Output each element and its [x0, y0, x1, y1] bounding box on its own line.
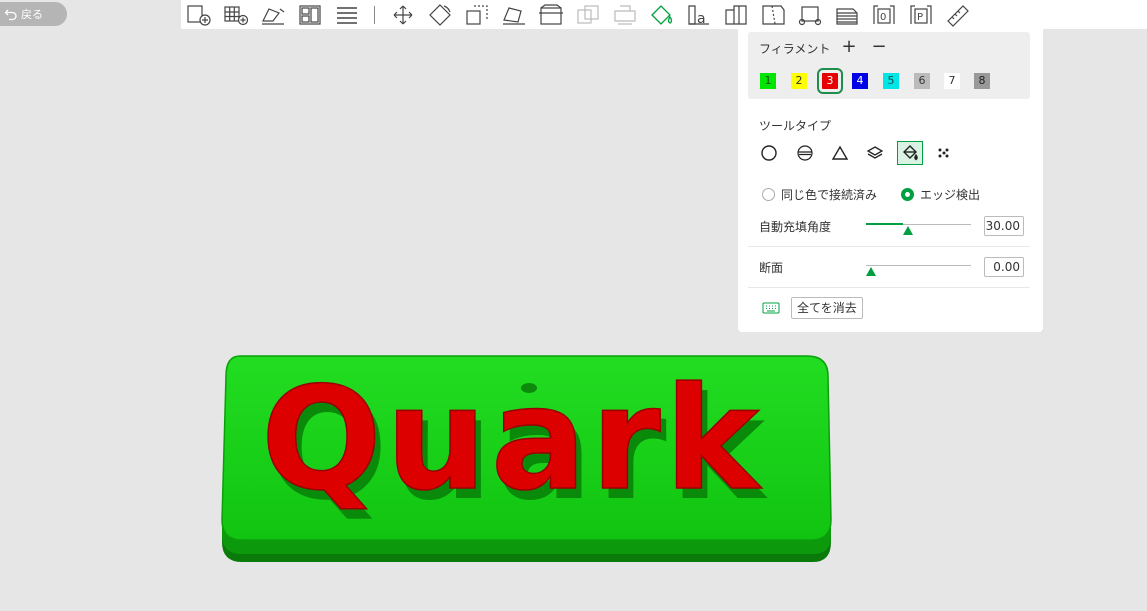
ruler-icon[interactable]: [944, 3, 972, 27]
auto-orient-icon[interactable]: [259, 3, 287, 27]
assembly-icon[interactable]: 0: [870, 3, 898, 27]
keychain-3d-model[interactable]: Quark Quark: [215, 350, 840, 570]
radio-same-color-label: 同じ色で接続済み: [781, 188, 878, 202]
fuzzy-skin-icon[interactable]: [722, 3, 750, 27]
toolbar-separator: [374, 5, 375, 24]
section-label: 断面: [759, 261, 784, 275]
color-paint-panel: フィラメント + − 1 2 3 4 5 6 7 8 ツールタイプ 同じ色で接続…: [738, 29, 1043, 332]
part-icon[interactable]: P: [907, 3, 935, 27]
filament-swatch-5[interactable]: 5: [883, 73, 899, 89]
rotate-icon[interactable]: [426, 3, 454, 27]
auto-fill-angle-input[interactable]: 30.00: [984, 216, 1024, 236]
undo-arrow-icon: [4, 9, 17, 21]
add-grid-icon[interactable]: [222, 3, 250, 27]
color-paint-icon[interactable]: [648, 3, 676, 27]
filament-swatch-3[interactable]: 3: [817, 68, 843, 94]
slider-thumb[interactable]: [866, 267, 876, 276]
filament-swatch-4[interactable]: 4: [852, 73, 868, 89]
triangle-icon: [831, 145, 849, 160]
remove-filament-button[interactable]: −: [870, 36, 888, 57]
radio-same-color-indicator[interactable]: [762, 188, 775, 201]
text-emboss-icon[interactable]: a: [685, 3, 713, 27]
lay-on-face-icon[interactable]: [500, 3, 528, 27]
circle-brush-icon: [761, 145, 777, 161]
section-slider[interactable]: [866, 257, 971, 277]
add-filament-button[interactable]: +: [840, 36, 858, 57]
fill-bucket-icon: [903, 145, 918, 161]
arrange-icon[interactable]: [296, 3, 324, 27]
main-toolbar: a 0 P: [181, 0, 1147, 29]
boolean-icon[interactable]: [574, 3, 602, 27]
triangle-tool[interactable]: [827, 141, 853, 165]
filament-section: フィラメント + − 1 2 3 4 5 6 7 8: [748, 32, 1030, 99]
move-icon[interactable]: [389, 3, 417, 27]
slider-fill: [866, 223, 903, 225]
radio-edge-detect-label: エッジ検出: [920, 188, 981, 202]
back-label: 戻る: [21, 8, 43, 21]
measure-clip-icon[interactable]: [796, 3, 824, 27]
filament-swatch-7[interactable]: 7: [944, 73, 960, 89]
height-range-tool[interactable]: [862, 141, 888, 165]
auto-fill-angle-slider[interactable]: [866, 216, 971, 236]
fill-bucket-tool[interactable]: [897, 141, 923, 165]
clear-all-button[interactable]: 全てを消去: [791, 297, 863, 319]
circle-brush-tool[interactable]: [756, 141, 782, 165]
keyboard-icon[interactable]: [762, 301, 780, 315]
divider: [748, 287, 1030, 288]
filament-swatch-1[interactable]: 1: [760, 73, 776, 89]
svg-text:P: P: [917, 12, 923, 23]
sphere-brush-tool[interactable]: [792, 141, 818, 165]
seam-icon[interactable]: [759, 3, 787, 27]
radio-edge-detect[interactable]: エッジ検出: [901, 186, 980, 203]
gap-fill-icon: [938, 148, 949, 158]
back-button[interactable]: 戻る: [0, 2, 67, 26]
scale-icon[interactable]: [463, 3, 491, 27]
tool-type-title: ツールタイプ: [759, 119, 832, 133]
filament-swatch-8[interactable]: 8: [974, 73, 990, 89]
add-object-icon[interactable]: [185, 3, 213, 27]
radio-same-color[interactable]: 同じ色で接続済み: [762, 186, 877, 203]
radio-edge-detect-indicator[interactable]: [901, 188, 914, 201]
layers-icon[interactable]: [333, 3, 361, 27]
variable-layer-icon[interactable]: [833, 3, 861, 27]
height-range-icon: [866, 146, 884, 159]
filament-title: フィラメント: [759, 42, 831, 56]
cut-icon[interactable]: [537, 3, 565, 27]
filament-swatch-6[interactable]: 6: [914, 73, 930, 89]
model-text: Quark: [261, 357, 763, 522]
slider-thumb[interactable]: [902, 226, 913, 235]
svg-text:0: 0: [880, 12, 886, 23]
divider: [748, 246, 1030, 247]
sphere-brush-icon: [797, 145, 813, 161]
gap-fill-tool[interactable]: [931, 141, 957, 165]
support-paint-icon[interactable]: [611, 3, 639, 27]
section-input[interactable]: 0.00: [984, 257, 1024, 277]
slider-track: [866, 265, 971, 266]
filament-swatch-2[interactable]: 2: [791, 73, 807, 89]
auto-fill-angle-label: 自動充填角度: [759, 220, 832, 234]
filament-swatches: 1 2 3 4 5 6 7 8: [748, 68, 1030, 94]
